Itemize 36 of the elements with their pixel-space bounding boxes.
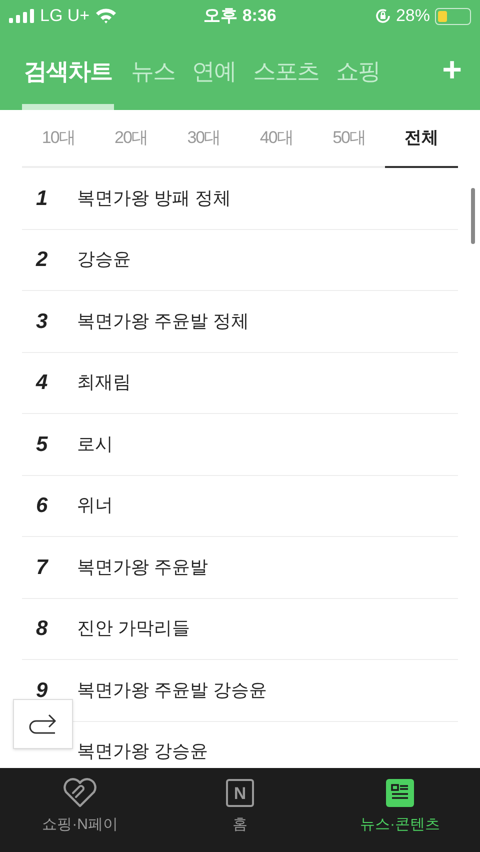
battery-icon bbox=[435, 8, 471, 24]
return-arrow-icon bbox=[29, 713, 57, 735]
keyword-link[interactable]: 위너 bbox=[77, 492, 113, 520]
signal-icon bbox=[9, 9, 35, 23]
newspaper-icon bbox=[386, 779, 414, 807]
keyword-link[interactable]: 최재림 bbox=[77, 369, 131, 396]
rank-number: 1 bbox=[35, 186, 48, 210]
keyword-link[interactable]: 복면가왕 주윤발 bbox=[77, 554, 208, 581]
scrollbar bbox=[471, 188, 475, 244]
rank-number: 9 bbox=[35, 678, 48, 702]
rank-number: 3 bbox=[35, 310, 48, 332]
rank-number: 2 bbox=[34, 248, 48, 271]
carrier-label: LG U+ bbox=[40, 5, 90, 28]
keyword-link[interactable]: 복면가왕 주윤발 정체 bbox=[77, 308, 250, 335]
bottom-nav-item[interactable]: N 홈 bbox=[160, 768, 320, 852]
keyword-link[interactable]: 로시 bbox=[77, 430, 113, 458]
wifi-icon bbox=[94, 8, 117, 24]
bottom-nav-item[interactable]: 쇼핑·N페이 bbox=[0, 768, 160, 852]
rank-number: 5 bbox=[35, 432, 48, 456]
bottom-nav-item[interactable]: 뉴스·콘텐츠 bbox=[320, 768, 480, 852]
rank-number: 8 bbox=[35, 617, 48, 640]
keyword-link[interactable]: 복면가왕 주윤발 강승윤 bbox=[77, 676, 268, 704]
battery-percent: 28% bbox=[396, 5, 430, 28]
keyword-link[interactable]: 복면가왕 강승윤 bbox=[77, 738, 208, 766]
rank-number: 4 bbox=[34, 371, 48, 394]
rank-number: 7 bbox=[35, 556, 48, 578]
logo-icon: N bbox=[226, 779, 254, 807]
heart-icon bbox=[62, 778, 98, 808]
rotation-lock-icon bbox=[374, 8, 391, 24]
keyword-link[interactable]: 진안 가막리들 bbox=[77, 615, 190, 642]
share-button[interactable] bbox=[13, 699, 73, 749]
age-tab[interactable]: 전체 bbox=[385, 110, 458, 168]
rank-number: 6 bbox=[35, 494, 48, 517]
clock: 오후 8:36 bbox=[204, 5, 276, 28]
keyword-link[interactable]: 강승윤 bbox=[77, 246, 131, 274]
keyword-link[interactable]: 복면가왕 방패 정체 bbox=[77, 184, 232, 212]
